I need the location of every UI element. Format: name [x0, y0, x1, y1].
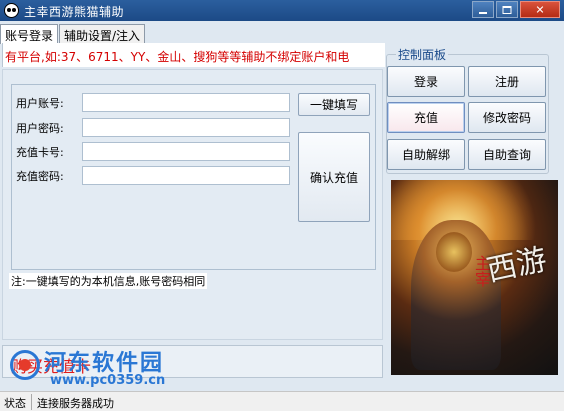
maximize-button[interactable]: [496, 1, 518, 18]
banner-warrior-face: [436, 232, 472, 272]
tab-assist-settings[interactable]: 辅助设置/注入: [59, 24, 146, 43]
tab-account-login[interactable]: 账号登录: [0, 24, 59, 44]
minimize-button[interactable]: [472, 1, 494, 18]
change-password-button[interactable]: 修改密码: [468, 102, 546, 133]
recharge-button[interactable]: 充值: [387, 102, 465, 133]
autofill-note: 注:一键填写的为本机信息,账号密码相同: [9, 273, 208, 289]
tab-bar: 账号登录 辅助设置/注入: [0, 24, 146, 44]
card-number-label: 充值卡号:: [16, 146, 64, 159]
account-label: 用户账号:: [16, 97, 64, 110]
title-bar: 主幸西游熊猫辅助 ✕: [0, 0, 564, 21]
login-form: 用户账号: 用户密码: 充值卡号: 充值密码: 一键填写 确认充值: [11, 84, 376, 270]
confirm-recharge-button[interactable]: 确认充值: [298, 132, 370, 222]
login-button[interactable]: 登录: [387, 66, 465, 97]
control-panel-title: 控制面板: [396, 46, 449, 63]
window-controls: ✕: [470, 1, 560, 18]
scrolling-notice: 有平台,如:37、6711、YY、金山、搜狗等等辅助不绑定账户和电: [2, 43, 385, 67]
password-input[interactable]: [82, 118, 290, 137]
card-password-input[interactable]: [82, 166, 290, 185]
card-password-label: 充值密码:: [16, 170, 64, 183]
control-panel: 控制面板 登录 注册 充值 修改密码 自助解绑 自助查询: [386, 46, 551, 174]
buy-card-link[interactable]: 购买充值卡: [11, 353, 91, 377]
window-title: 主幸西游熊猫辅助: [24, 5, 125, 19]
maximize-icon: [502, 5, 512, 14]
bottom-bar: 购买充值卡: [2, 345, 383, 378]
minimize-icon: [479, 11, 487, 14]
status-message: 连接服务器成功: [37, 397, 114, 410]
self-query-button[interactable]: 自助查询: [468, 139, 546, 170]
status-bar: 状态 连接服务器成功: [0, 391, 564, 411]
status-separator: [31, 394, 32, 410]
register-button[interactable]: 注册: [468, 66, 546, 97]
autofill-button[interactable]: 一键填写: [298, 93, 370, 116]
account-input[interactable]: [82, 93, 290, 112]
game-banner-image: 主宰 西游: [391, 180, 558, 375]
login-panel: 用户账号: 用户密码: 充值卡号: 充值密码: 一键填写 确认充值 注:一键填写…: [2, 69, 383, 340]
self-unbind-button[interactable]: 自助解绑: [387, 139, 465, 170]
close-icon: ✕: [535, 3, 545, 16]
status-label: 状态: [4, 397, 26, 410]
password-label: 用户密码:: [16, 122, 64, 135]
panda-app-icon: [4, 3, 19, 18]
close-button[interactable]: ✕: [520, 1, 560, 18]
banner-calligraphy: 西游: [483, 242, 550, 289]
card-number-input[interactable]: [82, 142, 290, 161]
